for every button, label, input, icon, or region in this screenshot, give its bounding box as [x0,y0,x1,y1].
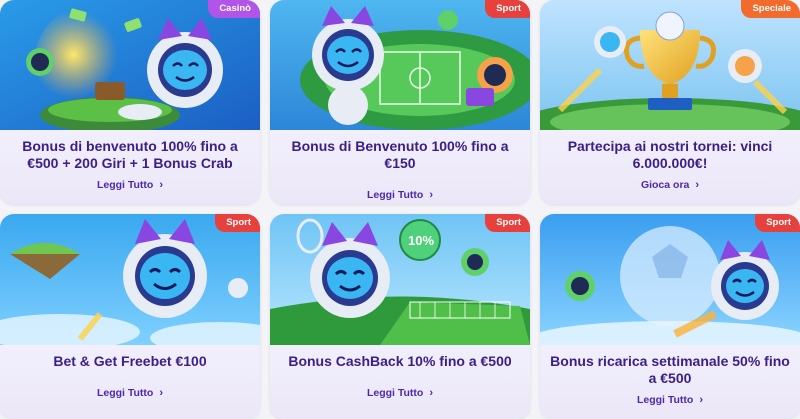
promo-card-weekly-reload[interactable]: Sport Bonus ricarica settimanale 50% fin… [540,214,800,419]
chevron-right-icon: › [159,387,164,399]
promo-title: Bonus CashBack 10% fino a €500 [288,353,512,369]
promo-card-cashback[interactable]: 10% Sport Bonus CashBack 10% fino a €500… [270,214,530,419]
category-badge: Sport [215,214,260,232]
read-more-link[interactable]: Leggi Tutto › [97,179,163,191]
promo-title: Partecipa ai nostri tornei: vinci 6.000.… [567,138,773,171]
cashback-chip: 10% [407,233,435,248]
read-more-link[interactable]: Leggi Tutto › [367,189,433,201]
read-more-label: Leggi Tutto [96,179,154,191]
category-badge: Sport [485,0,530,18]
promo-card-image: Casinò [0,0,260,130]
promo-title: Bonus di benvenuto 100% fino a €500 + 20… [22,138,238,171]
cat-astronaut-football-illustration [540,214,800,345]
promo-card-image: Sport [0,214,260,345]
category-badge: Sport [755,214,800,232]
read-more-label: Leggi Tutto [636,394,694,406]
chevron-right-icon: › [429,189,434,201]
promo-card-welcome-sport[interactable]: Sport Bonus di Benvenuto 100% fino a €15… [270,0,530,204]
read-more-link[interactable]: Leggi Tutto › [367,387,433,399]
promo-card-freebet[interactable]: Sport Bet & Get Freebet €100 Leggi Tutto… [0,214,260,419]
promo-card-image: Sport [270,0,530,130]
read-more-link[interactable]: Leggi Tutto › [97,387,163,399]
category-badge: Sport [485,214,530,232]
cat-astronaut-casino-illustration [0,0,260,130]
play-now-link[interactable]: Gioca ora › [641,179,699,191]
promo-card-image: Sport [540,214,800,345]
chevron-right-icon: › [695,179,700,191]
read-more-link[interactable]: Leggi Tutto › [637,394,703,406]
read-more-label: Leggi Tutto [366,189,424,201]
promo-title: Bonus ricarica settimanale 50% fino a €5… [550,353,790,386]
promo-card-image: Speciale [540,0,800,130]
promotions-grid: Casinò Bonus di benvenuto 100% fino a €5… [0,0,800,419]
read-more-label: Leggi Tutto [96,387,154,399]
promo-title: Bet & Get Freebet €100 [53,353,207,369]
category-badge: Casinò [208,0,260,18]
promo-title: Bonus di Benvenuto 100% fino a €150 [291,138,509,171]
cat-astronaut-floating-island-illustration [0,214,260,345]
promo-card-welcome-casino[interactable]: Casinò Bonus di benvenuto 100% fino a €5… [0,0,260,204]
promo-card-tournaments[interactable]: Speciale Partecipa ai nostri tornei: vin… [540,0,800,204]
play-now-label: Gioca ora [640,179,690,191]
trophy-illustration [540,0,800,130]
read-more-label: Leggi Tutto [366,387,424,399]
chevron-right-icon: › [699,394,704,406]
category-badge: Speciale [741,0,800,18]
cat-astronaut-tennis-illustration [270,214,530,345]
chevron-right-icon: › [159,179,164,191]
chevron-right-icon: › [429,387,434,399]
promo-card-image: 10% Sport [270,214,530,345]
cat-astronaut-stadium-illustration [270,0,530,130]
